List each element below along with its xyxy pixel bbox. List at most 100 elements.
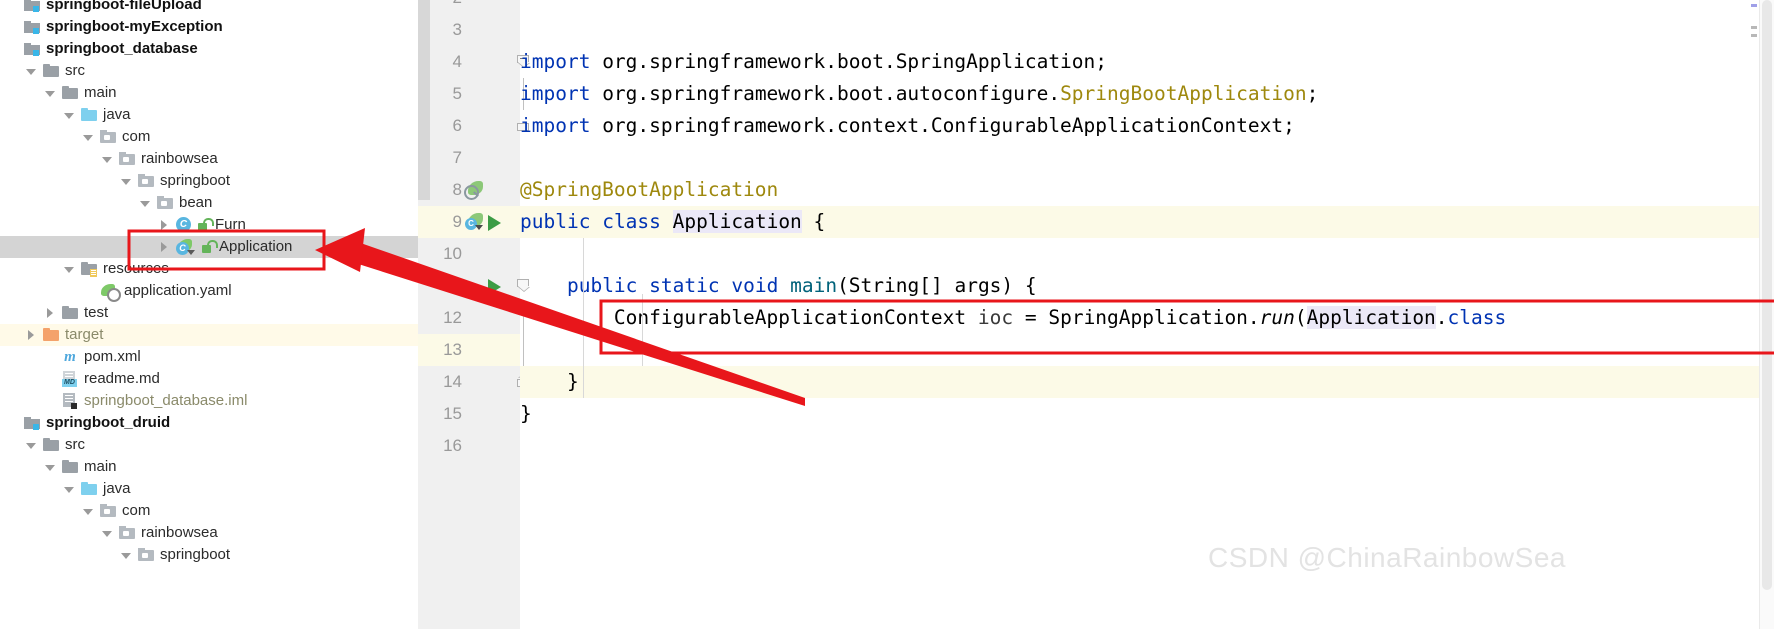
gutter-line-13[interactable]: 13 [418,334,520,366]
tree-item-java[interactable]: java [0,104,418,126]
tree-item-application[interactable]: C Application [0,236,418,258]
code-line-9[interactable]: public class Application { [520,206,1774,238]
expand-arrow-collapse-icon[interactable] [63,263,76,276]
tree-item-rainbowsea[interactable]: rainbowsea [0,522,418,544]
spring-boot-run-class-icon[interactable]: C [464,213,484,231]
run-gutter-icon-main[interactable] [488,279,501,295]
tree-item-main[interactable]: main [0,456,418,478]
code-line-12[interactable]: ConfigurableApplicationContext ioc = Spr… [520,302,1774,334]
gutter-line-2[interactable]: 2 [418,0,520,14]
public-unlock-icon [198,218,214,232]
expand-arrow-collapse-icon[interactable] [25,439,38,452]
expand-arrow-collapse-icon[interactable] [63,483,76,496]
tree-item-springboot-druid[interactable]: springboot_druid [0,412,418,434]
springboot-annotation: @SpringBootApplication [520,178,779,201]
line-number: 10 [443,244,462,263]
line-number: 14 [443,372,462,391]
expand-arrow-collapse-icon[interactable] [82,131,95,144]
gutter-line-11[interactable]: 11 [418,270,520,302]
project-tool-window[interactable]: springboot-fileUpload springboot-myExcept… [0,0,418,629]
tree-item-com[interactable]: com [0,500,418,522]
tree-item-springboot-myexception[interactable]: springboot-myException [0,16,418,38]
gutter-line-5[interactable]: 5 [418,78,520,110]
expand-arrow-collapse-icon[interactable] [44,461,57,474]
code-line-14[interactable]: } [520,366,1774,398]
expand-arrow-collapse-icon[interactable] [120,549,133,562]
spring-yaml-icon [100,283,121,302]
tree-item-label: bean [179,194,213,211]
tree-item-springboot[interactable]: springboot [0,544,418,566]
tree-item-application-yaml[interactable]: application.yaml [0,280,418,302]
line-number: 3 [452,20,462,39]
tree-item-readme-md[interactable]: MD readme.md [0,368,418,390]
expand-arrow-collapse-icon[interactable] [25,65,38,78]
code-line-11[interactable]: public static void main(String[] args) { [520,270,1774,302]
expand-arrow-collapse-icon[interactable] [120,175,133,188]
tree-item-label: src [65,62,85,79]
code-line-8[interactable]: @SpringBootApplication [520,174,1774,206]
scrollbar-thumb[interactable] [1762,0,1772,590]
expand-arrow-collapse-icon[interactable] [101,527,114,540]
tree-item-rainbowsea[interactable]: rainbowsea [0,148,418,170]
tree-item-springboot-database-iml[interactable]: springboot_database.iml [0,390,418,412]
tree-item-java[interactable]: java [0,478,418,500]
expand-arrow-expand-icon[interactable] [158,241,171,254]
expand-arrow-collapse-icon[interactable] [63,109,76,122]
keyword-class: class [602,210,661,233]
gutter-line-3[interactable]: 3 [418,14,520,46]
gutter-line-14[interactable]: 14 [418,366,520,398]
indent-guide-1 [583,238,584,398]
keyword-static: static [649,274,720,297]
editor-vertical-scrollbar[interactable] [1759,0,1774,629]
gutter-line-12[interactable]: 12 [418,302,520,334]
expand-arrow-expand-icon[interactable] [25,329,38,342]
stripe-marker-info-1[interactable] [1751,26,1757,29]
stripe-marker-warning[interactable] [1751,4,1757,7]
tree-item-springboot[interactable]: springboot [0,170,418,192]
csdn-watermark: CSDN @ChinaRainbowSea [1208,542,1566,573]
editor-gutter[interactable]: 2 3 4 5 6 7 8 9 10 11 12 13 14 15 16 C [418,0,530,629]
expand-arrow-collapse-icon[interactable] [101,153,114,166]
idea-window: springboot-fileUpload springboot-myExcept… [0,0,1774,629]
tree-item-label: resources [103,260,169,277]
brace-close-main: } [566,370,579,393]
tree-item-pom-xml[interactable]: m pom.xml [0,346,418,368]
tree-item-src[interactable]: src [0,60,418,82]
expand-arrow-collapse-icon[interactable] [44,87,57,100]
code-line-15[interactable]: } [520,398,1774,430]
stripe-marker-info-2[interactable] [1751,34,1757,37]
code-line-5[interactable]: import org.springframework.boot.autoconf… [520,78,1774,110]
import-path-context: org.springframework.context.Configurable… [590,114,1295,137]
gutter-line-15[interactable]: 15 [418,398,520,430]
gutter-line-16[interactable]: 16 [418,430,520,462]
code-editor[interactable]: 2 3 4 5 6 7 8 9 10 11 12 13 14 15 16 C [418,0,1774,629]
folder-icon [62,460,78,474]
gutter-line-4[interactable]: 4 [418,46,520,78]
tree-item-src[interactable]: src [0,434,418,456]
error-stripe[interactable] [1744,0,1760,629]
code-text-area[interactable]: import org.springframework.boot.SpringAp… [520,0,1774,629]
tree-item-resources[interactable]: resources [0,258,418,280]
tree-item-main[interactable]: main [0,82,418,104]
tree-item-springboot-fileupload[interactable]: springboot-fileUpload [0,0,418,16]
expand-arrow-collapse-icon[interactable] [82,505,95,518]
code-line-6[interactable]: import org.springframework.context.Confi… [520,110,1774,142]
expand-arrow-collapse-icon[interactable] [139,197,152,210]
expand-arrow-expand-icon[interactable] [158,219,171,232]
tree-item-bean[interactable]: bean [0,192,418,214]
gutter-line-7[interactable]: 7 [418,142,520,174]
tree-item-furn[interactable]: C Furn [0,214,418,236]
run-gutter-icon-class[interactable] [488,215,501,231]
tree-item-test[interactable]: test [0,302,418,324]
keyword-public: public [520,210,591,233]
tree-item-com[interactable]: com [0,126,418,148]
expand-arrow-expand-icon[interactable] [44,307,57,320]
gutter-line-6[interactable]: 6 [418,110,520,142]
spring-bean-search-icon[interactable] [464,181,484,200]
tree-item-target[interactable]: target [0,324,418,346]
tree-item-springboot-database[interactable]: springboot_database [0,38,418,60]
code-line-4[interactable]: import org.springframework.boot.SpringAp… [520,46,1774,78]
gutter-line-10[interactable]: 10 [418,238,520,270]
